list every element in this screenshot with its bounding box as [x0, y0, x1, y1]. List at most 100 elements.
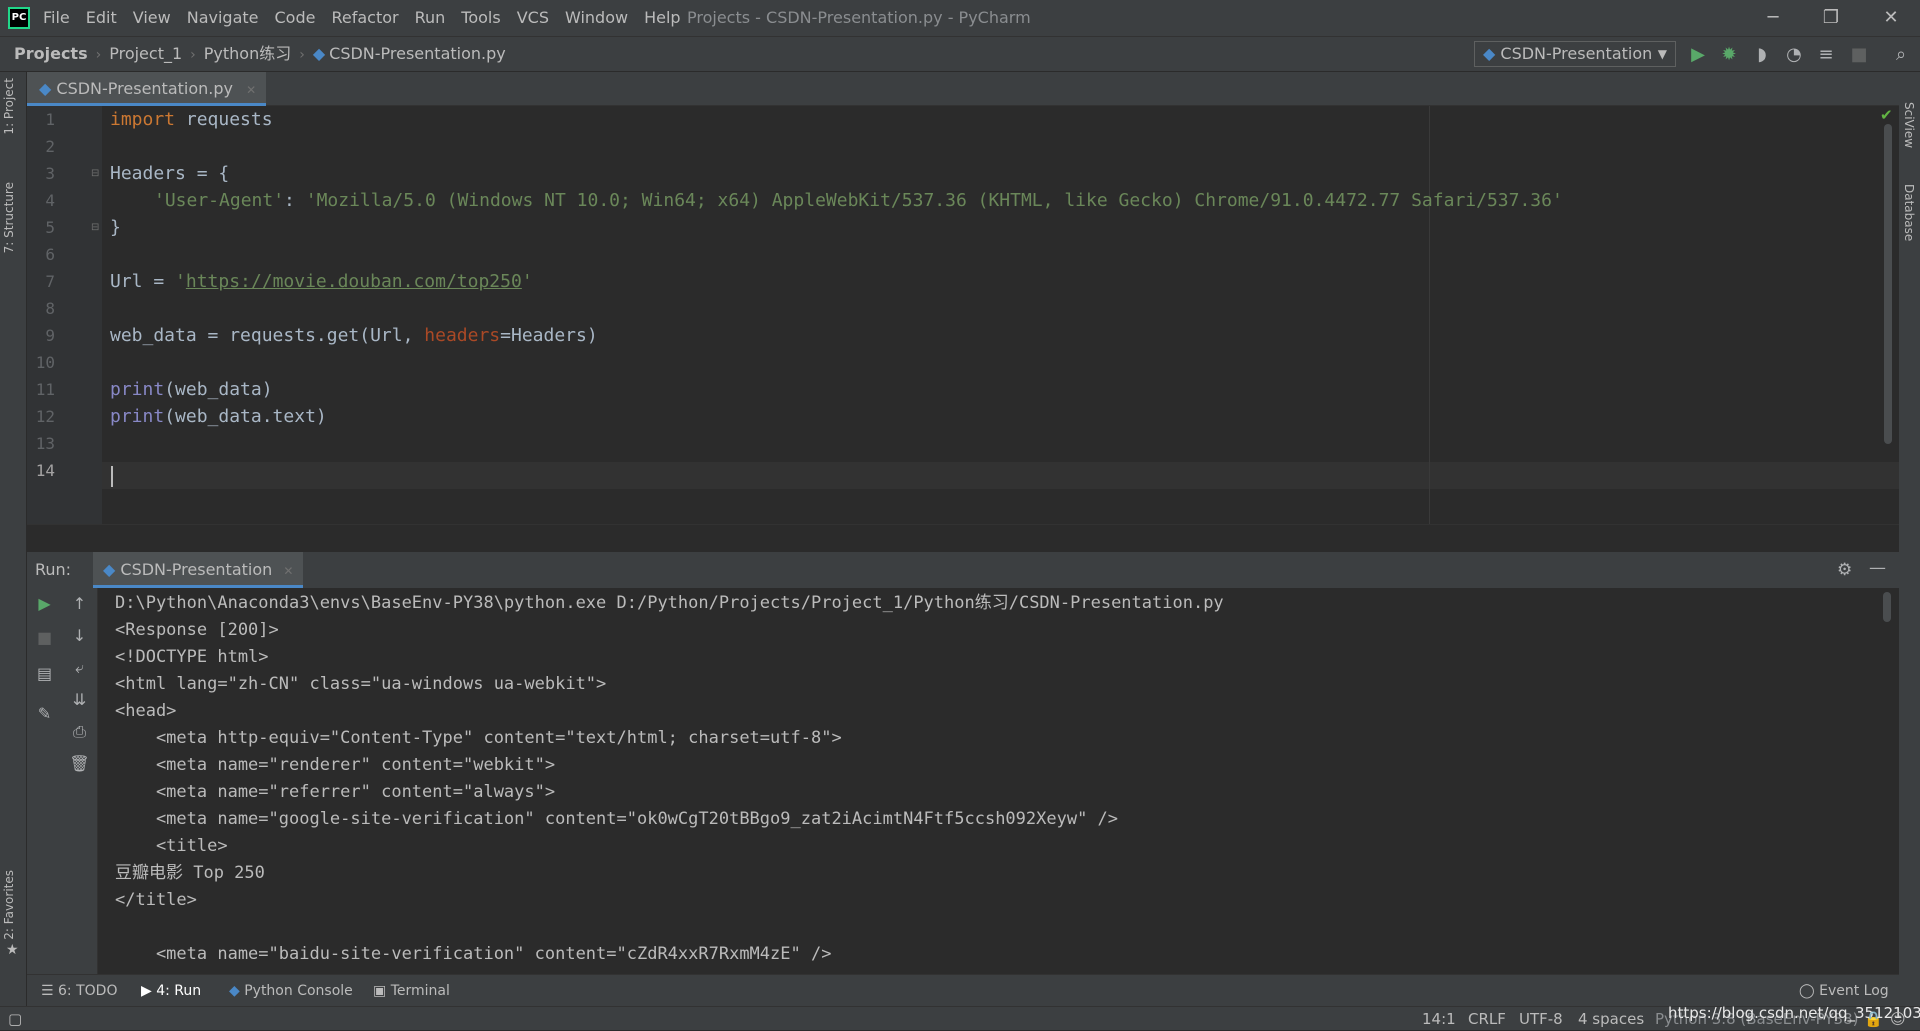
run-icon[interactable]: ▶: [1685, 43, 1711, 67]
editor-tabs: ◆ CSDN-Presentation.py ✕: [27, 72, 1899, 106]
run-panel-header: Run: ◆ CSDN-Presentation ✕ ⚙ —: [27, 552, 1899, 588]
editor-scrollbar[interactable]: [1884, 124, 1892, 444]
chevron-right-icon: ›: [190, 47, 196, 63]
close-tab-icon[interactable]: ✕: [246, 83, 256, 97]
menu-navigate[interactable]: Navigate: [187, 0, 259, 36]
console-output[interactable]: D:\Python\Anaconda3\envs\BaseEnv-PY38\py…: [98, 588, 1899, 974]
arrow-down-icon[interactable]: ↓: [62, 626, 97, 645]
trash-icon[interactable]: 🗑: [62, 754, 97, 773]
current-line-highlight: [102, 462, 1899, 489]
structure-tool-tab[interactable]: 7: Structure: [2, 182, 16, 253]
minimize-icon[interactable]: ─: [1744, 0, 1802, 36]
rerun-icon[interactable]: ▶: [27, 594, 62, 613]
run-tab[interactable]: ◆ CSDN-Presentation ✕: [93, 552, 304, 588]
code-editor[interactable]: 1 2 3 4 5 6 7 8 9 10 11 12 13 14 ⊟ ⊟ ✔ i…: [27, 106, 1899, 524]
print-icon[interactable]: ⎙: [62, 722, 97, 742]
chevron-right-icon: ›: [95, 47, 102, 63]
layout-icon[interactable]: ▤: [27, 664, 62, 683]
url-link[interactable]: https://movie.douban.com/top250: [186, 271, 522, 292]
close-icon[interactable]: ✕: [1862, 0, 1920, 36]
profile-icon[interactable]: ◔: [1781, 43, 1807, 67]
menu-run[interactable]: Run: [415, 0, 446, 36]
line-number-gutter: 1 2 3 4 5 6 7 8 9 10 11 12 13 14 ⊟ ⊟: [27, 106, 102, 524]
terminal-tab[interactable]: ▣ Terminal: [373, 975, 450, 1007]
favorites-tool-tab[interactable]: 2: Favorites: [2, 870, 16, 940]
code-line-3: Headers = {: [110, 160, 229, 187]
console-line: <meta name="renderer" content="webkit">: [115, 755, 556, 775]
line-number: 13: [35, 434, 55, 453]
python-file-icon: ◆: [1483, 44, 1496, 63]
breadcrumb-python-folder[interactable]: Python练习: [204, 37, 291, 71]
caret-position[interactable]: 14:1: [1422, 1007, 1456, 1031]
text-caret: [111, 466, 113, 487]
breadcrumb-projects[interactable]: Projects: [14, 37, 88, 71]
hide-panel-icon[interactable]: —: [1869, 558, 1886, 578]
stop-icon[interactable]: ■: [27, 628, 62, 647]
close-tab-icon[interactable]: ✕: [283, 564, 293, 578]
debug-icon[interactable]: ✹: [1716, 43, 1742, 67]
line-number: 3: [45, 164, 55, 183]
file-tab-label: CSDN-Presentation.py: [56, 79, 233, 98]
title-bar: PC File Edit View Navigate Code Refactor Run To…: [0, 0, 1920, 36]
sciview-tool-tab[interactable]: SciView: [1902, 102, 1916, 148]
string-literal: ': [175, 271, 186, 292]
todo-tab[interactable]: ☰ 6: TODO: [41, 975, 117, 1007]
code-text: }: [110, 217, 121, 238]
run-config-label: CSDN-Presentation: [1500, 44, 1653, 63]
indent-setting[interactable]: 4 spaces: [1578, 1007, 1644, 1031]
python-console-tab[interactable]: ◆ Python Console: [229, 975, 353, 1007]
code-line-7: Url = 'https://movie.douban.com/top250': [110, 268, 533, 295]
scroll-to-end-icon[interactable]: ⇊: [62, 690, 97, 709]
run-icon: ▶: [141, 983, 157, 999]
menu-edit[interactable]: Edit: [86, 0, 117, 36]
fold-icon[interactable]: ⊟: [91, 222, 99, 233]
terminal-label: Terminal: [390, 983, 450, 999]
left-tool-strip: 1: Project 7: Structure 2: Favorites ★: [0, 72, 27, 1006]
menu-tools[interactable]: Tools: [461, 0, 500, 36]
coverage-icon[interactable]: ◗: [1749, 43, 1775, 67]
code-text: (web_data): [164, 379, 273, 400]
menu-file[interactable]: File: [43, 0, 70, 36]
pin-icon[interactable]: ✎: [27, 704, 62, 723]
code-line-12: print(web_data.text): [110, 403, 327, 430]
breadcrumb-project-1[interactable]: Project_1: [109, 37, 182, 71]
code-line-5: }: [110, 214, 121, 241]
code-line-1: import requests: [110, 106, 273, 133]
menu-vcs[interactable]: VCS: [517, 0, 549, 36]
restore-icon[interactable]: ❐: [1802, 0, 1860, 36]
console-scrollbar[interactable]: [1883, 592, 1891, 622]
panel-splitter[interactable]: [27, 524, 1899, 552]
builtin-function: print: [110, 379, 165, 400]
run-configuration-dropdown[interactable]: ◆ CSDN-Presentation ▼: [1474, 41, 1676, 67]
python-icon: ◆: [229, 983, 245, 999]
line-number: 9: [45, 326, 55, 345]
lock-icon[interactable]: 🔒: [1864, 1007, 1883, 1031]
menu-help[interactable]: Help: [644, 0, 680, 36]
menu-code[interactable]: Code: [275, 0, 316, 36]
python-file-icon: ◆: [103, 560, 116, 579]
arrow-up-icon[interactable]: ↑: [62, 594, 97, 613]
menu-window[interactable]: Window: [565, 0, 628, 36]
gear-icon[interactable]: ⚙: [1837, 560, 1852, 580]
console-line: D:\Python\Anaconda3\envs\BaseEnv-PY38\py…: [115, 593, 1224, 613]
search-icon[interactable]: ⌕: [1888, 43, 1914, 67]
toggle-tool-windows-icon[interactable]: ▢: [8, 1007, 22, 1031]
fold-icon[interactable]: ⊟: [91, 168, 99, 179]
run-tool-tab[interactable]: ▶ 4: Run: [141, 975, 201, 1007]
menu-view[interactable]: View: [133, 0, 171, 36]
concurrency-icon[interactable]: ≡: [1813, 43, 1839, 67]
line-number: 8: [45, 299, 55, 318]
stop-icon[interactable]: ■: [1846, 43, 1872, 67]
project-tool-tab[interactable]: 1: Project: [2, 78, 16, 135]
code-text: requests: [175, 109, 273, 130]
file-tab[interactable]: ◆ CSDN-Presentation.py ✕: [27, 72, 267, 106]
database-tool-tab[interactable]: Database: [1902, 184, 1916, 241]
code-line-4: 'User-Agent': 'Mozilla/5.0 (Windows NT 1…: [154, 187, 1563, 214]
line-separator[interactable]: CRLF: [1468, 1007, 1506, 1031]
file-encoding[interactable]: UTF-8: [1519, 1007, 1563, 1031]
soft-wrap-icon[interactable]: ⤶: [62, 658, 97, 678]
console-line: <meta http-equiv="Content-Type" content=…: [115, 728, 842, 748]
inspector-icon[interactable]: ☺: [1890, 1007, 1906, 1031]
menu-refactor[interactable]: Refactor: [331, 0, 398, 36]
breadcrumb-file[interactable]: CSDN-Presentation.py: [329, 37, 506, 71]
